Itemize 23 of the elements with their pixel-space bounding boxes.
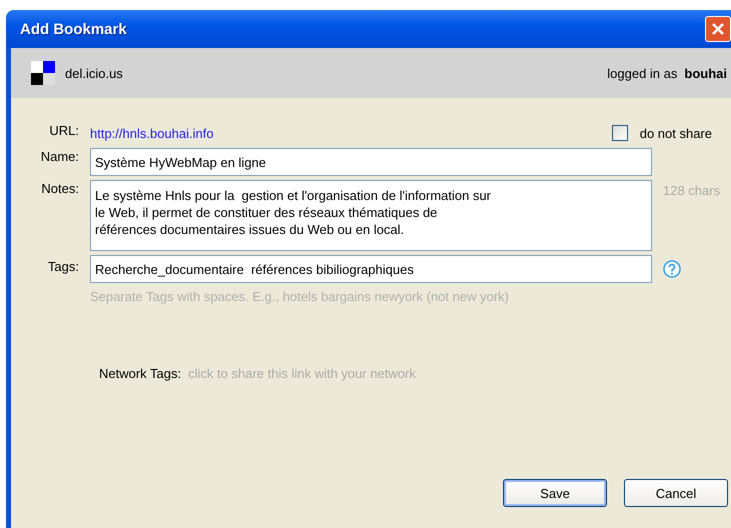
close-icon [710, 21, 726, 37]
tags-hint: Separate Tags with spaces. E.g., hotels bargains newyork (not new york) [90, 288, 510, 304]
share-checkbox[interactable] [612, 125, 628, 141]
tags-label: Tags: [46, 258, 79, 274]
notes-field[interactable]: Le système Hnls pour la gestion et l'organisation de l'information sur le Web, il permet de constituer des réseaux thématiques de références documentaires issues du Web ou en local. [90, 180, 652, 251]
save-button[interactable]: Save [503, 479, 607, 507]
service-name: del.icio.us [65, 66, 123, 80]
character-counter: 128 chars [663, 182, 722, 198]
help-icon[interactable] [663, 260, 681, 278]
tags-field[interactable]: Recherche_documentaire références bibiliographiques [90, 255, 652, 283]
url-link[interactable]: http://hnls.bouhai.info [90, 126, 612, 140]
share-label: do not share [640, 126, 712, 140]
user-name: bouhai [684, 66, 727, 80]
window-title: Add Bookmark [20, 20, 128, 38]
close-button[interactable] [705, 16, 731, 42]
login-label: logged in as [607, 66, 678, 80]
url-label: URL: [48, 122, 79, 138]
cancel-button[interactable]: Cancel [624, 479, 728, 507]
notes-label: Notes: [40, 180, 79, 196]
logo-icon [31, 61, 55, 85]
name-label: Name: [40, 148, 79, 164]
network-tags-label: Network Tags: [99, 366, 182, 381]
name-field[interactable]: Système HyWebMap en ligne [90, 148, 652, 176]
